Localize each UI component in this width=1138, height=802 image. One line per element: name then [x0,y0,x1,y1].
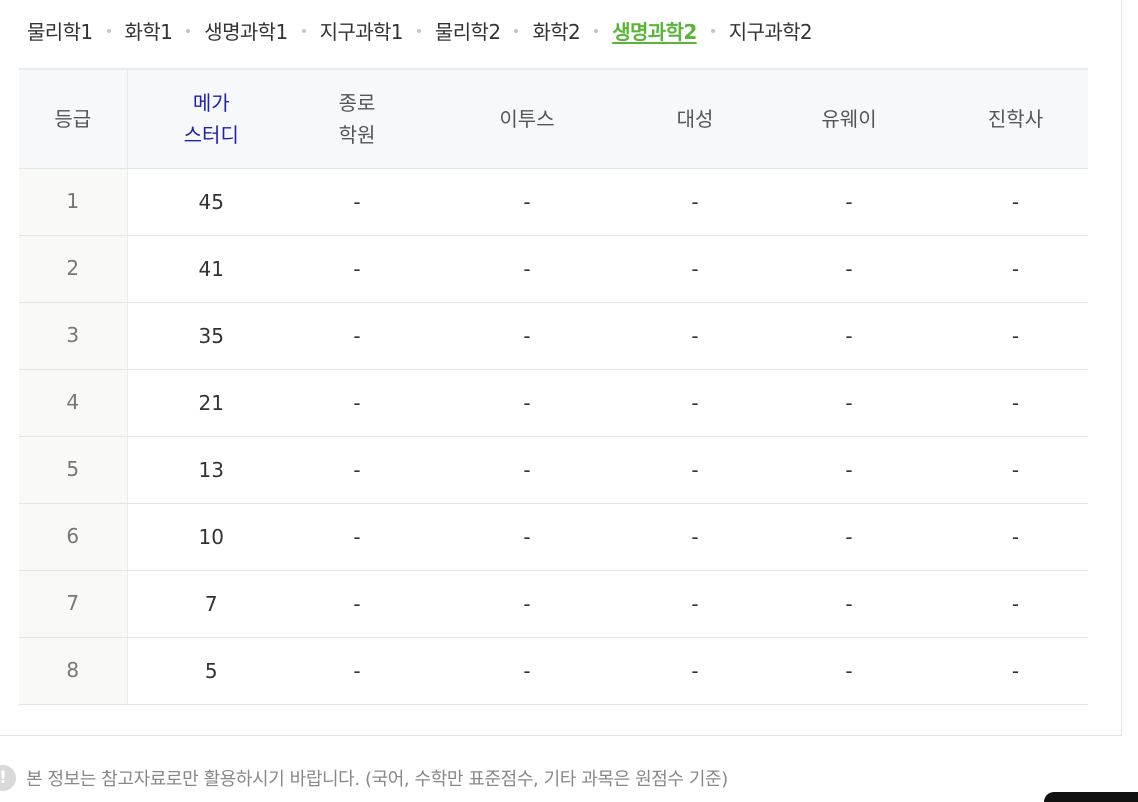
etoos-cell: - [419,570,635,638]
uway-cell: - [755,369,943,437]
jongro-cell: - [295,637,419,705]
tab-life-science2[interactable]: 생명과학2 [612,16,697,45]
table-row: 6 10 - - - - - [19,503,1088,571]
grade-cell: 6 [19,503,128,571]
jinhaksa-cell: - [943,503,1088,571]
tab-life-science1[interactable]: 생명과학1 [204,16,288,45]
grade-cell: 5 [19,436,128,504]
jinhaksa-cell: - [943,168,1088,236]
table-row: 5 13 - - - - - [19,436,1088,504]
daesung-cell: - [635,302,755,370]
grade-cell: 2 [19,235,128,303]
table-row: 7 7 - - - - - [19,570,1088,638]
table-row: 8 5 - - - - - [19,637,1088,705]
table-row: 3 35 - - - - - [19,302,1088,370]
daesung-cell: - [635,503,755,571]
daesung-cell: - [635,637,755,705]
jinhaksa-cell: - [943,570,1088,638]
jinhaksa-cell: - [943,637,1088,705]
etoos-cell: - [419,436,635,504]
uway-cell: - [755,570,943,638]
header-uway: 유웨이 [755,68,943,169]
tab-separator [514,29,519,33]
tab-physics2[interactable]: 물리학2 [435,16,501,45]
tab-physics1[interactable]: 물리학1 [27,16,93,45]
tab-earth-science1[interactable]: 지구과학1 [320,16,404,45]
uway-cell: - [755,302,943,370]
uway-cell: - [755,503,943,571]
jinhaksa-cell: - [943,436,1088,504]
header-etoos: 이투스 [419,68,635,169]
subject-tabs: 물리학1 화학1 생명과학1 지구과학1 물리학2 화학2 생명과학2 지구과학… [27,13,813,47]
reference-notice: ! 본 정보는 참고자료로만 활용하시기 바랍니다. (국어, 수학만 표준점수… [0,762,728,794]
megastudy-cell: 5 [127,637,295,705]
etoos-cell: - [419,637,635,705]
table-row: 4 21 - - - - - [19,369,1088,437]
megastudy-cell: 35 [127,302,295,370]
tab-separator [186,29,191,33]
jongro-cell: - [295,570,419,638]
notice-text: 본 정보는 참고자료로만 활용하시기 바랍니다. (국어, 수학만 표준점수, … [26,769,728,790]
etoos-cell: - [419,168,635,236]
jinhaksa-cell: - [943,369,1088,437]
uway-cell: - [755,235,943,303]
floating-bar-edge [1044,792,1138,802]
megastudy-cell: 10 [127,503,295,571]
tab-chemistry1[interactable]: 화학1 [125,16,173,45]
daesung-cell: - [635,436,755,504]
tab-chemistry2[interactable]: 화학2 [532,16,580,45]
header-daesung: 대성 [635,68,755,169]
table-header-row: 등급 메가 스터디 종로 학원 이투스 대성 유웨이 진학사 [19,68,1088,169]
megastudy-cell: 21 [127,369,295,437]
exclamation-icon: ! [0,765,16,791]
grade-cell: 7 [19,570,128,638]
grade-cell: 1 [19,168,128,236]
etoos-cell: - [419,235,635,303]
jinhaksa-cell: - [943,302,1088,370]
megastudy-cell: 41 [127,235,295,303]
etoos-cell: - [419,503,635,571]
header-megastudy: 메가 스터디 [127,68,295,169]
etoos-cell: - [419,302,635,370]
table-row: 2 41 - - - - - [19,235,1088,303]
jinhaksa-cell: - [943,235,1088,303]
tab-earth-science2[interactable]: 지구과학2 [729,16,813,45]
megastudy-cell: 7 [127,570,295,638]
daesung-cell: - [635,235,755,303]
jongro-cell: - [295,503,419,571]
header-grade: 등급 [19,68,128,169]
header-jongro: 종로 학원 [295,68,419,169]
daesung-cell: - [635,570,755,638]
megastudy-cell: 45 [127,168,295,236]
uway-cell: - [755,436,943,504]
jongro-cell: - [295,168,419,236]
daesung-cell: - [635,369,755,437]
jongro-cell: - [295,436,419,504]
tab-separator [106,29,111,33]
uway-cell: - [755,168,943,236]
megastudy-cell: 13 [127,436,295,504]
grade-cell: 8 [19,637,128,705]
jongro-cell: - [295,235,419,303]
jongro-cell: - [295,369,419,437]
header-jinhaksa: 진학사 [943,68,1088,169]
table-row: 1 45 - - - - - [19,168,1088,236]
tab-separator [416,29,421,33]
grade-cell: 4 [19,369,128,437]
cutoff-panel: 물리학1 화학1 생명과학1 지구과학1 물리학2 화학2 생명과학2 지구과학… [0,0,1122,736]
grade-cell: 3 [19,302,128,370]
etoos-cell: - [419,369,635,437]
tab-separator [710,29,715,33]
uway-cell: - [755,637,943,705]
tab-separator [594,29,599,33]
jongro-cell: - [295,302,419,370]
tab-separator [301,29,306,33]
daesung-cell: - [635,168,755,236]
grade-cutoff-table: 등급 메가 스터디 종로 학원 이투스 대성 유웨이 진학사 1 45 - - - … [19,68,1088,705]
